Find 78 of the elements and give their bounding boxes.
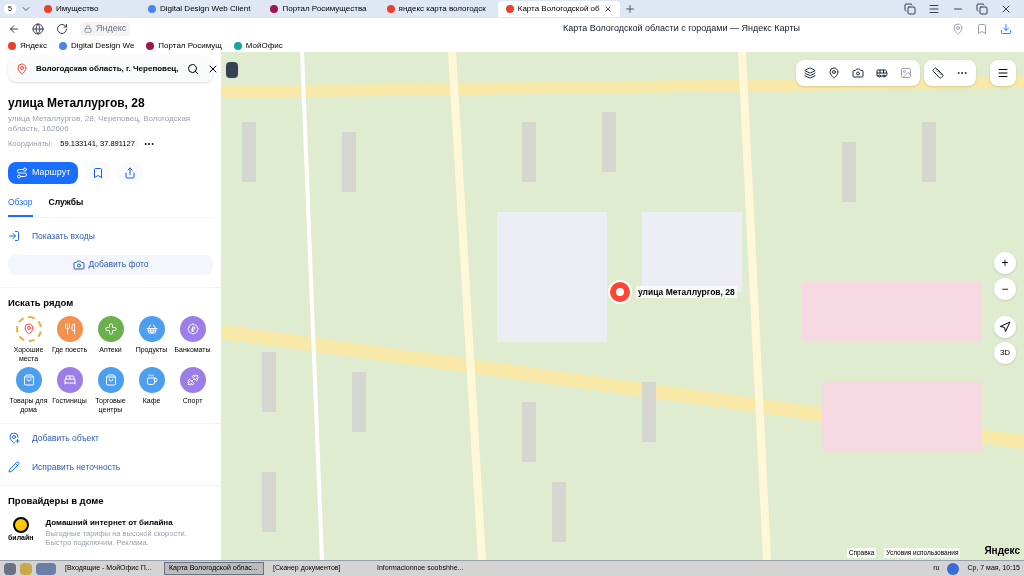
- menu-icon[interactable]: [928, 3, 940, 15]
- pencil-icon: [8, 460, 20, 473]
- tab-title: Карта Вологодской об: [517, 3, 600, 15]
- site-icon: [147, 5, 156, 13]
- site-icon: [270, 5, 279, 13]
- new-tab-icon[interactable]: [623, 3, 636, 15]
- browser-tab[interactable]: Карта Вологодской об: [497, 1, 620, 17]
- menu-icon: [997, 67, 1009, 79]
- tab-title: яндекс карта вологодск: [398, 3, 486, 15]
- basket-icon: [145, 322, 158, 335]
- site-icon: [8, 42, 16, 50]
- bag-icon: [104, 374, 117, 387]
- camera-icon[interactable]: [852, 67, 864, 79]
- pin-plus-icon: [8, 432, 20, 445]
- section-title: Провайдеры в доме: [8, 494, 105, 509]
- place-title: улица Металлургов, 28: [8, 95, 146, 112]
- pin-icon: [16, 63, 28, 75]
- bookmark-icon[interactable]: [976, 23, 988, 35]
- layers-icon[interactable]: [804, 67, 816, 79]
- show-entrances-link[interactable]: Показать входы: [8, 217, 213, 255]
- search-icon[interactable]: [186, 63, 199, 75]
- bookmark-link[interactable]: Портал Росимущ: [146, 40, 222, 52]
- ruble-icon: [186, 322, 199, 335]
- beeline-logo-icon: [12, 516, 29, 533]
- camera-icon: [72, 258, 85, 271]
- bookmark-link[interactable]: Digital Design We: [58, 40, 135, 52]
- provider-name: Домашний интернет от билайна: [45, 516, 174, 529]
- browser-tab[interactable]: яндекс карта вологодск: [378, 1, 494, 17]
- bus-icon[interactable]: [876, 67, 888, 79]
- close-icon[interactable]: [1000, 3, 1012, 15]
- map-logo: Яндекс: [984, 544, 1020, 558]
- section-title: Искать рядом: [8, 295, 75, 310]
- tabs-icon[interactable]: [904, 3, 916, 15]
- cross-icon: [104, 322, 117, 335]
- site-icon: [43, 5, 52, 13]
- site-icon: [146, 42, 155, 50]
- entrance-icon: [8, 230, 20, 243]
- collapse-button[interactable]: [226, 62, 238, 78]
- panel-tab[interactable]: Обзор: [8, 196, 33, 217]
- bookmark-link[interactable]: МойОфис: [233, 40, 283, 52]
- place-address: улица Металлургов, 28, Череповец, Вологодская область, 162606: [8, 114, 192, 134]
- browser-tab[interactable]: Digital Design Web Client: [139, 1, 259, 17]
- panorama-icon[interactable]: [900, 67, 912, 79]
- tab-title: Портал Росимущества: [282, 3, 367, 15]
- cutlery-icon: [63, 322, 76, 335]
- arrow-icon: [999, 321, 1011, 333]
- page-title: Карта Вологодской области с городами — Яндекс Карты: [563, 22, 800, 36]
- action-link[interactable]: Исправить неточность: [8, 452, 213, 482]
- address-field[interactable]: Яндекс: [80, 22, 131, 36]
- menu-button[interactable]: [990, 60, 1016, 86]
- site-icon: [386, 5, 395, 13]
- bookmark-link[interactable]: Яндекс: [8, 40, 47, 52]
- reload-icon[interactable]: [56, 23, 68, 35]
- site-icon: [233, 42, 242, 50]
- download-icon[interactable]: [1000, 23, 1012, 35]
- bed-icon: [63, 374, 76, 387]
- route-button[interactable]: Маршрут: [8, 162, 79, 184]
- bookmark-icon: [92, 167, 105, 179]
- share-icon: [124, 167, 137, 179]
- action-link[interactable]: Добавить объект: [8, 423, 213, 453]
- restore-icon[interactable]: [976, 3, 988, 15]
- site-icon: [58, 42, 67, 50]
- panel-tab[interactable]: Службы: [48, 196, 84, 217]
- dumbbell-icon: [186, 374, 199, 387]
- add-photo-button[interactable]: Добавить фото: [8, 254, 213, 275]
- ruler-icon[interactable]: [932, 67, 944, 79]
- close-icon[interactable]: [603, 5, 612, 13]
- lock-icon: [84, 25, 92, 33]
- site-icon: [505, 5, 514, 13]
- tab-title: Digital Design Web Client: [159, 3, 251, 15]
- bag-icon: [22, 374, 35, 387]
- browser-tab[interactable]: Портал Росимущества: [262, 1, 375, 17]
- tab-title: Имущество: [55, 3, 99, 15]
- bookmark-button[interactable]: [86, 162, 111, 184]
- route-icon: [16, 167, 28, 179]
- browser-tab[interactable]: Имущество: [35, 1, 136, 17]
- back-icon[interactable]: [8, 23, 20, 35]
- cup-icon: [145, 374, 158, 387]
